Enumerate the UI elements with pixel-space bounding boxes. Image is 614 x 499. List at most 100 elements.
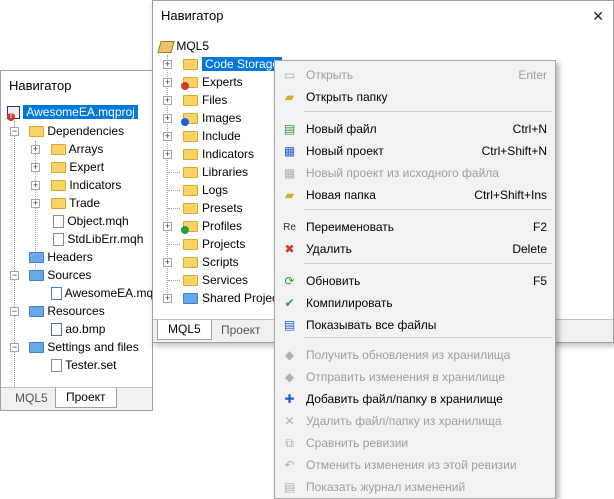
collapse-icon[interactable]: − bbox=[10, 307, 19, 316]
tree-item-folder[interactable]: Shared Projects bbox=[183, 289, 287, 307]
collapse-icon[interactable]: − bbox=[10, 127, 19, 136]
tree-line bbox=[168, 172, 180, 173]
menu-item: ◆ Получить обновления из хранилища bbox=[275, 344, 555, 366]
tree-item-resource-file[interactable]: ao.bmp bbox=[51, 320, 105, 338]
menu-separator bbox=[304, 337, 552, 338]
menu-item[interactable]: ▤ Показывать все файлы bbox=[275, 314, 555, 336]
menu-item[interactable]: ▰ Открыть папку bbox=[275, 86, 555, 108]
tree-item-object-mqh[interactable]: Object.mqh bbox=[53, 212, 129, 230]
expand-icon[interactable]: + bbox=[163, 114, 172, 123]
expand-icon[interactable]: + bbox=[163, 78, 172, 87]
folder-icon bbox=[29, 270, 44, 282]
tree-item-folder[interactable]: Indicators bbox=[183, 145, 254, 163]
tree-item-label: ao.bmp bbox=[65, 322, 106, 336]
tree-item-source-file[interactable]: AwesomeEA.mq5 bbox=[51, 284, 160, 302]
folder-icon bbox=[183, 59, 198, 71]
menu-item-label: Переименовать bbox=[306, 220, 394, 234]
remove-icon: ✕ bbox=[284, 414, 295, 428]
tab-mql5[interactable]: MQL5 bbox=[5, 389, 58, 408]
tree-item-folder[interactable]: Images bbox=[183, 109, 241, 127]
tree-item-label: Dependencies bbox=[47, 124, 125, 138]
tab-project[interactable]: Проект bbox=[211, 321, 271, 340]
tree-item-settings-file[interactable]: Tester.set bbox=[51, 356, 116, 374]
tree-item-expert[interactable]: Expert bbox=[51, 158, 104, 176]
window-title: Навигатор bbox=[161, 8, 224, 23]
tree-item-dependencies[interactable]: Dependencies bbox=[29, 122, 124, 140]
status-badge-icon bbox=[181, 82, 189, 90]
collapse-icon[interactable]: − bbox=[10, 271, 19, 280]
collapse-icon[interactable]: − bbox=[10, 343, 19, 352]
show-all-files-icon: ▤ bbox=[283, 318, 296, 332]
menu-item: ✕ Удалить файл/папку из хранилища bbox=[275, 410, 555, 432]
new-project-icon: ▦ bbox=[283, 144, 296, 158]
tree-item-label: Libraries bbox=[202, 165, 249, 179]
tab-project[interactable]: Проект bbox=[55, 388, 117, 408]
tab-mql5[interactable]: MQL5 bbox=[157, 320, 212, 340]
tree-item-folder[interactable]: Libraries bbox=[183, 163, 248, 181]
tree-item-folder[interactable]: Projects bbox=[183, 235, 245, 253]
tree-item-label: Profiles bbox=[202, 219, 243, 233]
menu-item[interactable]: ▤ Новый файл Ctrl+N bbox=[275, 118, 555, 140]
tree-item-label: Expert bbox=[69, 160, 105, 174]
tree-item-label: MQL5 bbox=[176, 39, 210, 53]
tree-item-folder[interactable]: Scripts bbox=[183, 253, 239, 271]
tree-item-trade[interactable]: Trade bbox=[51, 194, 100, 212]
tree-item-settings[interactable]: Settings and files bbox=[29, 338, 139, 356]
tree-item-folder[interactable]: Include bbox=[183, 127, 241, 145]
menu-item[interactable]: ✚ Добавить файл/папку в хранилище bbox=[275, 388, 555, 410]
tree-item-project[interactable]: AwesomeEA.mqproj bbox=[7, 103, 138, 121]
tree-item-indicators[interactable]: Indicators bbox=[51, 176, 121, 194]
expand-icon[interactable]: + bbox=[31, 163, 40, 172]
expand-icon[interactable]: + bbox=[163, 150, 172, 159]
expand-icon[interactable]: + bbox=[163, 222, 172, 231]
tree-item-arrays[interactable]: Arrays bbox=[51, 140, 103, 158]
menu-item[interactable]: ⟳ Обновить F5 bbox=[275, 270, 555, 292]
folder-icon bbox=[183, 95, 198, 107]
close-icon[interactable]: ✕ bbox=[592, 1, 604, 31]
menu-item-label: Показать журнал изменений bbox=[306, 480, 466, 494]
expand-icon[interactable]: + bbox=[31, 199, 40, 208]
expand-icon[interactable]: + bbox=[163, 60, 172, 69]
tree-item-label: Logs bbox=[202, 183, 229, 197]
expand-icon[interactable]: + bbox=[163, 132, 172, 141]
menu-item-label: Добавить файл/папку в хранилище bbox=[306, 392, 503, 406]
tree-item-label: AwesomeEA.mq5 bbox=[64, 286, 160, 300]
tree-item-resources[interactable]: Resources bbox=[29, 302, 105, 320]
menu-separator bbox=[304, 209, 552, 210]
folder-icon bbox=[183, 203, 198, 215]
settings-file-icon bbox=[51, 359, 62, 373]
tree-item-folder[interactable]: Services bbox=[183, 271, 248, 289]
tree-item-label: Scripts bbox=[202, 255, 239, 269]
tree-item-folder[interactable]: Logs bbox=[183, 181, 228, 199]
menu-item-label: Получить обновления из хранилища bbox=[306, 348, 511, 362]
folder-icon bbox=[51, 198, 66, 210]
tree-item-headers[interactable]: Headers bbox=[29, 248, 93, 266]
expand-icon[interactable]: + bbox=[163, 294, 172, 303]
tree-item-mql5-root[interactable]: MQL5 bbox=[157, 37, 210, 55]
menu-item[interactable]: ▦ Новый проект Ctrl+Shift+N bbox=[275, 140, 555, 162]
expand-icon[interactable]: + bbox=[163, 258, 172, 267]
refresh-icon: ⟳ bbox=[284, 274, 295, 288]
tree-item-stdliberr-mqh[interactable]: StdLibErr.mqh bbox=[53, 230, 143, 248]
menu-item[interactable]: Re Переименовать F2 bbox=[275, 216, 555, 238]
menu-item[interactable]: ✖ Удалить Delete bbox=[275, 238, 555, 260]
compare-icon: ⧉ bbox=[285, 436, 294, 450]
menu-item[interactable]: ▰ Новая папка Ctrl+Shift+Ins bbox=[275, 184, 555, 206]
folder-icon bbox=[51, 180, 66, 192]
tree-item-label: Images bbox=[202, 111, 242, 125]
tree-line bbox=[168, 244, 180, 245]
window-title: Навигатор bbox=[9, 78, 72, 93]
expand-icon[interactable]: + bbox=[31, 181, 40, 190]
tree-item-folder[interactable]: Files bbox=[183, 91, 227, 109]
status-badge-icon bbox=[181, 226, 189, 234]
menu-item[interactable]: ✔ Компилировать bbox=[275, 292, 555, 314]
tree-item-folder[interactable]: Experts bbox=[183, 73, 243, 91]
tree-item-sources[interactable]: Sources bbox=[29, 266, 91, 284]
tree-item-folder[interactable]: Code Storage bbox=[183, 55, 283, 73]
menu-item-shortcut: Ctrl+Shift+Ins bbox=[474, 188, 547, 202]
tree-item-folder[interactable]: Profiles bbox=[183, 217, 242, 235]
tree-item-folder[interactable]: Presets bbox=[183, 199, 243, 217]
expand-icon[interactable]: + bbox=[31, 145, 40, 154]
expand-icon[interactable]: + bbox=[163, 96, 172, 105]
tree-item-label: Indicators bbox=[69, 178, 122, 192]
